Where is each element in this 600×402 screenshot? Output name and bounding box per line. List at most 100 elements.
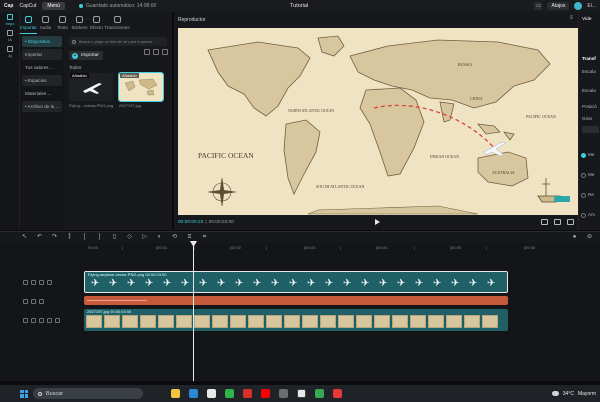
system-tray: 34°C Mayorm [551, 390, 596, 397]
more-icon[interactable] [55, 317, 60, 323]
cover-icon[interactable] [23, 317, 28, 323]
undo-icon[interactable]: ↶ [35, 234, 44, 241]
split-icon[interactable]: ⫿ [65, 234, 74, 241]
reverse-icon[interactable]: ⟲ [170, 234, 179, 241]
freeze-icon[interactable]: ◐ [155, 234, 164, 241]
settings-icon[interactable] [279, 389, 288, 398]
lock-icon[interactable] [31, 279, 36, 285]
lock-icon[interactable] [31, 317, 36, 323]
prop-scale: Escala [582, 69, 596, 74]
fullscreen-icon[interactable] [567, 219, 574, 225]
taskbar-search[interactable]: Buscar [33, 388, 143, 399]
shield-icon[interactable]: ◇ [125, 234, 134, 241]
sidebar-item-device[interactable]: • Dispositivo [22, 36, 62, 47]
media-item[interactable]: Añadido Flying-...ixabay.PNG.png [69, 73, 113, 108]
whatsapp-icon[interactable] [225, 389, 234, 398]
sidebar-item-import[interactable]: Importar [22, 49, 62, 60]
shortcuts-button[interactable]: Atajos [547, 2, 570, 10]
play-icon[interactable] [375, 219, 380, 225]
rail-item-ai[interactable]: IA [0, 28, 20, 44]
delete-icon[interactable]: ▯ [110, 234, 119, 241]
recorder-icon[interactable] [333, 389, 342, 398]
eye-icon[interactable] [39, 279, 44, 285]
video-preview[interactable]: PACIFIC OCEAN PACIFIC OCEAN NORTH ATLANT… [178, 28, 578, 215]
sidebar-item-values[interactable]: Tus valores ... [22, 62, 62, 73]
tab-efecto[interactable]: Efecto [88, 12, 105, 34]
radio-option[interactable] [581, 153, 586, 158]
sidebar-item-spaces[interactable]: • Espacios [22, 75, 62, 86]
mic-icon[interactable]: ● [570, 234, 579, 241]
more-icon[interactable] [47, 279, 52, 285]
media-item[interactable]: Añadido 2927197.jpg [118, 72, 164, 108]
rotate-field[interactable] [582, 126, 599, 133]
chrome-2-icon[interactable] [315, 389, 324, 398]
media-tabs: Importar Audio Texto Stickers Efecto Tra… [20, 12, 172, 34]
clip-frame-map [410, 315, 426, 328]
zoom-slider-icon[interactable]: ⊖ [585, 234, 594, 241]
track-visibility-icon[interactable] [23, 279, 28, 285]
eye-icon[interactable] [39, 298, 44, 304]
tab-texto[interactable]: Texto [54, 12, 71, 34]
time-ruler: 00:00 | |00:01 | |00:02 | |00:03 | |00:0… [84, 243, 600, 252]
youtube-icon[interactable] [261, 389, 270, 398]
audio-icon[interactable] [47, 317, 52, 323]
map-clip[interactable]: 2927197.jpg 00:00:03:00 [84, 309, 508, 331]
properties-panel: Vide Transf Escala Escala Posició Girar … [578, 12, 600, 230]
user-name[interactable]: El... [587, 3, 596, 9]
ratio-icon[interactable] [554, 219, 561, 225]
tab-video[interactable]: Vide [582, 17, 592, 22]
ruler-tick: |00:03 [304, 245, 316, 250]
select-icon[interactable]: ↖ [20, 234, 29, 241]
redo-icon[interactable]: ↷ [50, 234, 59, 241]
split-left-icon[interactable]: [ [80, 234, 89, 241]
tab-stickers[interactable]: Stickers [71, 12, 88, 34]
clip-frame-map [230, 315, 246, 328]
tab-audio[interactable]: Audio [37, 12, 54, 34]
rail-item-label: Aj [8, 53, 12, 58]
radio-option[interactable] [581, 173, 586, 178]
tab-transiciones[interactable]: Transiciones [104, 12, 130, 34]
fit-icon[interactable] [541, 219, 548, 225]
temperature: 34°C [562, 390, 574, 397]
clip-frame-airplane: ✈ [163, 278, 172, 289]
clip-frame-map [158, 315, 174, 328]
media-pane: Busca o pega un link de url para importa… [64, 34, 172, 230]
store-icon[interactable] [207, 389, 216, 398]
radio-option[interactable] [581, 213, 586, 218]
eye-icon[interactable] [39, 317, 44, 323]
sidebar-item-archive[interactable]: • Archivo de la ... [22, 101, 62, 112]
search-input[interactable]: Busca o pega un link de url para importa… [69, 37, 167, 46]
airplane-clip[interactable]: Flying-airplane-vector-PNG.png 00:00:03:… [84, 271, 508, 293]
lock-icon[interactable] [31, 298, 36, 304]
menu-button[interactable]: Menú [42, 2, 65, 10]
rail-item-adjust[interactable]: Aj [0, 44, 20, 60]
edge-icon[interactable] [189, 389, 198, 398]
grid-view-icon[interactable] [144, 49, 150, 55]
chrome-icon[interactable] [243, 389, 252, 398]
layout-icon[interactable]: ▭ [534, 2, 543, 10]
playhead[interactable] [193, 243, 194, 381]
capcut-icon[interactable] [297, 389, 306, 398]
windows-start-icon[interactable] [20, 389, 28, 398]
tab-importar[interactable]: Importar [20, 12, 37, 34]
clip-frame-airplane: ✈ [379, 278, 388, 289]
crop-icon[interactable]: ⌗ [200, 234, 209, 241]
adjust-icon [7, 46, 13, 52]
filter-icon[interactable] [162, 49, 168, 55]
split-right-icon[interactable]: ] [95, 234, 104, 241]
plus-icon: + [72, 52, 78, 59]
search-placeholder: Busca o pega un link de url para importa… [79, 39, 154, 44]
effect-clip[interactable] [84, 296, 508, 305]
file-explorer-icon[interactable] [171, 389, 180, 398]
import-button[interactable]: + Importar [69, 51, 103, 60]
mirror-icon[interactable]: ⧖ [185, 234, 194, 241]
more-icon[interactable]: ≡ [569, 15, 573, 21]
play-range-icon[interactable]: ▷ [140, 234, 149, 241]
radio-option[interactable] [581, 193, 586, 198]
sort-icon[interactable] [153, 49, 159, 55]
rail-item-import[interactable]: Impo [0, 12, 20, 28]
clip-frame-map [248, 315, 264, 328]
avatar[interactable] [574, 2, 583, 10]
cloud-icon [78, 4, 83, 8]
sidebar-item-materials[interactable]: Materiales ... [22, 88, 62, 99]
